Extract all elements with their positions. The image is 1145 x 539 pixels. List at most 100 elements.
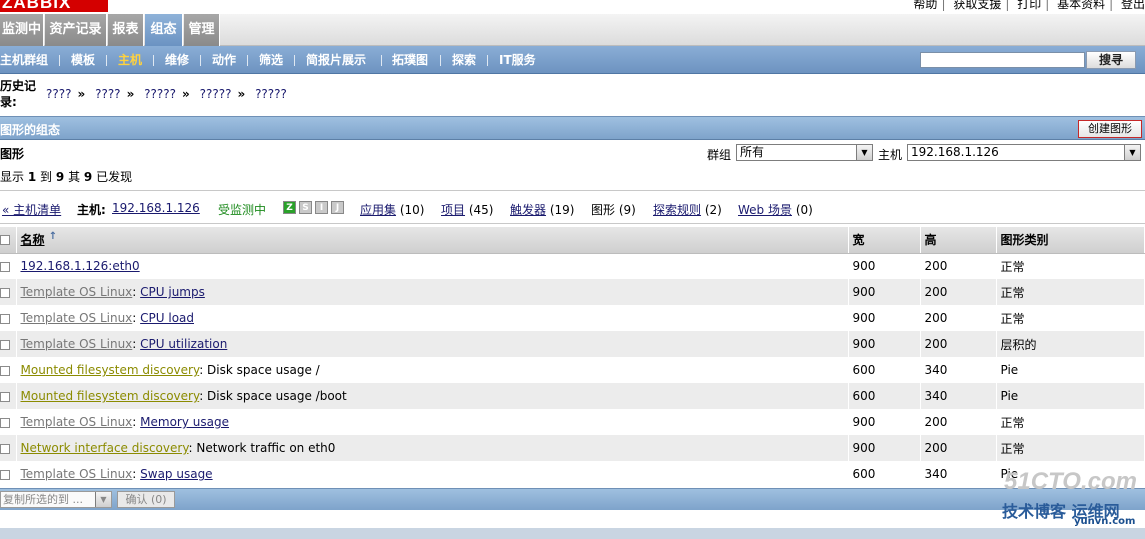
create-graph-button[interactable]: 创建图形 (1078, 120, 1142, 138)
row-checkbox[interactable] (0, 443, 10, 454)
history-crumb[interactable]: ????? (200, 87, 232, 101)
submenu-discovery[interactable]: 探索 (452, 46, 476, 74)
menu-configuration[interactable]: 组态 (145, 14, 183, 46)
status-badge[interactable]: 受监测中 (218, 201, 266, 218)
table-row: Template OS Linux: CPU utilization 900 200… (0, 331, 1145, 357)
cell-type: Pie (996, 383, 1145, 409)
profile-link[interactable]: 基本资料 (1057, 0, 1105, 11)
menu-reports[interactable]: 报表 (108, 14, 144, 46)
cell-height: 200 (920, 305, 997, 331)
host-select[interactable]: 192.168.1.126 ▼ (907, 144, 1141, 161)
graphs-count: (9) (618, 203, 636, 217)
history-crumb[interactable]: ???? (95, 87, 120, 101)
mass-action-select[interactable]: 复制所选的到 ... ▼ (0, 491, 112, 508)
cell-name: Template OS Linux: CPU jumps (16, 279, 849, 305)
graph-name: Disk space usage / (207, 363, 320, 377)
watermark-top: 51CTO.com (1004, 468, 1137, 495)
submenu-hosts[interactable]: 主机 (118, 46, 142, 74)
main-menu: 监测中 资产记录 报表 组态 管理 (0, 14, 1145, 46)
graph-name[interactable]: Memory usage (140, 415, 229, 429)
history-crumb[interactable]: ????? (144, 87, 176, 101)
web-scenarios-link[interactable]: Web 场景 (738, 203, 792, 217)
group-select-value: 所有 (740, 145, 765, 159)
history-crumb[interactable]: ????? (255, 87, 287, 101)
applications-count: (10) (399, 203, 425, 217)
logout-link[interactable]: 登出 (1121, 0, 1145, 11)
graph-name[interactable]: 192.168.1.126:eth0 (21, 259, 140, 273)
column-name[interactable]: 名称 (21, 233, 45, 247)
triggers-link[interactable]: 触发器 (510, 203, 546, 217)
found-to: 9 (55, 170, 65, 184)
cell-width: 900 (848, 409, 921, 435)
web-count: (0) (795, 203, 813, 217)
select-all-checkbox[interactable] (0, 235, 10, 246)
host-list-link[interactable]: « 主机清单 (2, 201, 61, 218)
submenu-actions[interactable]: 动作 (212, 46, 236, 74)
search-input[interactable] (920, 52, 1085, 68)
discovery-rules-link[interactable]: 探索规则 (653, 203, 701, 217)
row-checkbox[interactable] (0, 313, 10, 324)
graph-name: Disk space usage /boot (207, 389, 347, 403)
search-button[interactable]: 搜寻 (1086, 51, 1136, 69)
graph-name: Network traffic on eth0 (196, 441, 336, 455)
mass-action-value: 复制所选的到 ... (3, 493, 83, 506)
row-checkbox[interactable] (0, 417, 10, 428)
submenu-slides[interactable]: 简报片展示 (306, 46, 366, 74)
discovery-rule-link[interactable]: Mounted filesystem discovery (21, 389, 200, 403)
cell-name: 192.168.1.126:eth0 (16, 253, 849, 279)
print-link[interactable]: 打印 (1017, 0, 1041, 11)
template-link[interactable]: Template OS Linux (21, 467, 133, 481)
host-nav-bar: « 主机清单 主机: 192.168.1.126 受监测中 Z S I J 应用… (0, 190, 1145, 224)
history-label: 历史记录: (0, 79, 37, 109)
submenu-host-groups[interactable]: 主机群组 (0, 46, 48, 74)
menu-administration[interactable]: 管理 (184, 14, 220, 46)
row-checkbox[interactable] (0, 391, 10, 402)
applications-link[interactable]: 应用集 (360, 203, 396, 217)
graph-name[interactable]: CPU jumps (140, 285, 205, 299)
discovery-count: (2) (704, 203, 722, 217)
cell-width: 900 (848, 305, 921, 331)
graph-name[interactable]: Swap usage (140, 467, 212, 481)
discovery-rule-link[interactable]: Mounted filesystem discovery (21, 363, 200, 377)
template-link[interactable]: Template OS Linux (21, 311, 133, 325)
group-select[interactable]: 所有 ▼ (736, 144, 873, 161)
row-checkbox[interactable] (0, 261, 10, 272)
row-checkbox[interactable] (0, 339, 10, 350)
graph-name[interactable]: CPU utilization (140, 337, 227, 351)
row-checkbox[interactable] (0, 365, 10, 376)
template-link[interactable]: Template OS Linux (21, 415, 133, 429)
table-footer: 复制所选的到 ... ▼ 确认 (0) (0, 488, 1145, 510)
row-checkbox[interactable] (0, 469, 10, 480)
cell-width: 900 (848, 435, 921, 461)
confirm-button[interactable]: 确认 (0) (117, 491, 175, 508)
zabbix-logo: ZABBIX (0, 0, 108, 12)
cell-height: 340 (920, 383, 997, 409)
host-name-link[interactable]: 192.168.1.126 (112, 201, 200, 215)
row-checkbox[interactable] (0, 287, 10, 298)
chevron-down-icon[interactable]: ▼ (1124, 145, 1140, 160)
ipmi-availability-icon: I (315, 201, 328, 214)
help-link[interactable]: 帮助 (913, 0, 937, 11)
discovery-rule-link[interactable]: Network interface discovery (21, 441, 189, 455)
graph-name[interactable]: CPU load (140, 311, 194, 325)
menu-monitoring[interactable]: 监测中 (0, 14, 44, 46)
column-height: 高 (920, 227, 997, 254)
template-link[interactable]: Template OS Linux (21, 337, 133, 351)
history-crumb[interactable]: ???? (46, 87, 71, 101)
submenu-maintenance[interactable]: 维修 (165, 46, 189, 74)
support-link[interactable]: 获取支援 (953, 0, 1001, 11)
submenu-maps[interactable]: 拓璞图 (392, 46, 428, 74)
items-link[interactable]: 项目 (441, 203, 465, 217)
submenu-templates[interactable]: 模板 (71, 46, 95, 74)
triggers-count: (19) (549, 203, 575, 217)
submenu-it-services[interactable]: IT服务 (499, 46, 536, 74)
cell-width: 600 (848, 461, 921, 487)
template-link[interactable]: Template OS Linux (21, 285, 133, 299)
menu-inventory[interactable]: 资产记录 (45, 14, 107, 46)
cell-type: 层积的 (996, 331, 1145, 357)
chevron-down-icon[interactable]: ▼ (856, 145, 872, 160)
breadcrumb: ????» ????» ?????» ?????» ????? (46, 87, 287, 101)
chevron-down-icon[interactable]: ▼ (95, 492, 111, 507)
cell-width: 600 (848, 383, 921, 409)
submenu-filters[interactable]: 筛选 (259, 46, 283, 74)
